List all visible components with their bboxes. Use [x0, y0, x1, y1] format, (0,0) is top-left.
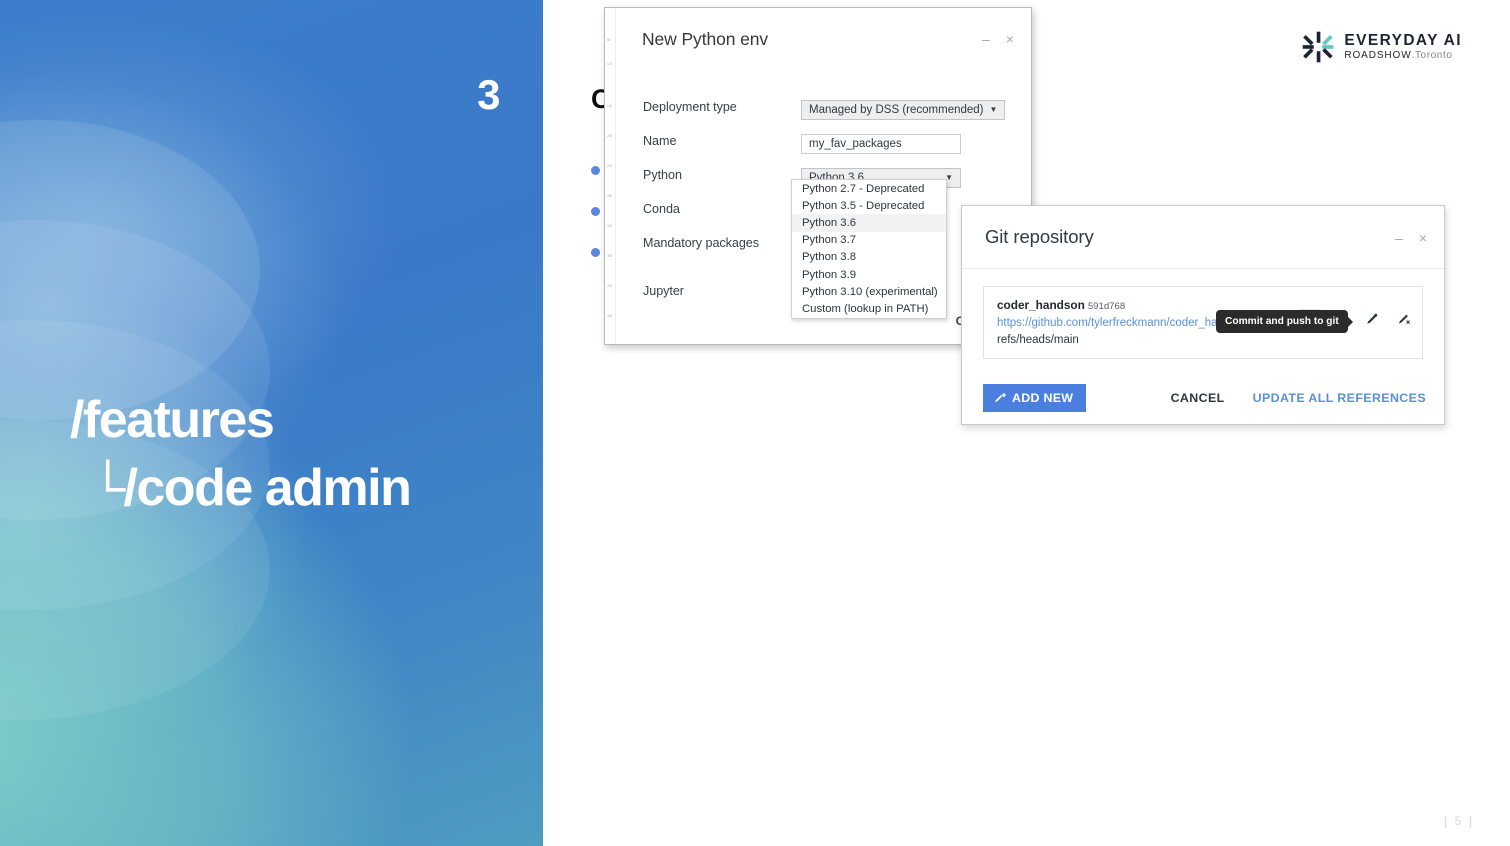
page-number: [ 5 ]	[1444, 814, 1474, 828]
update-all-references-button[interactable]: UPDATE ALL REFERENCES	[1253, 391, 1426, 405]
starburst-icon	[1301, 30, 1335, 64]
option-item[interactable]: Python 3.7	[792, 232, 946, 249]
field-label: Mandatory packages	[616, 236, 801, 250]
section-title-line2-text: /code admin	[123, 459, 410, 517]
minimize-icon[interactable]: –	[1395, 232, 1403, 244]
decorative-blob	[0, 120, 260, 420]
branch-plus-icon	[993, 392, 1006, 405]
bullet-dot-icon	[591, 207, 600, 216]
git-cancel-button[interactable]: CANCEL	[1171, 391, 1225, 405]
right-content-panel: EVERYDAY AI ROADSHOW.Toronto Code Admin …	[543, 0, 1510, 846]
add-new-button[interactable]: ADD NEW	[983, 384, 1086, 412]
python-version-option-list[interactable]: Python 2.7 - Deprecated Python 3.5 - Dep…	[791, 179, 947, 319]
brand-subtitle-city: .Toronto	[1412, 50, 1453, 61]
brand-subtitle-main: ROADSHOW	[1344, 50, 1411, 61]
brand-logo: EVERYDAY AI ROADSHOW.Toronto	[1301, 30, 1462, 64]
chevron-down-icon: ▼	[990, 101, 998, 119]
edit-icon[interactable]	[1361, 309, 1383, 329]
section-title-line2: └/code admin	[70, 462, 410, 514]
repository-ref: refs/heads/main	[997, 334, 1409, 346]
option-item[interactable]: Python 3.9	[792, 266, 946, 283]
option-item[interactable]: Custom (lookup in PATH)	[792, 300, 946, 317]
git-dialog-window-controls[interactable]: – ×	[1395, 232, 1427, 244]
git-dialog-footer: ADD NEW CANCEL UPDATE ALL REFERENCES	[962, 372, 1444, 424]
brand-title: EVERYDAY AI	[1344, 33, 1462, 49]
field-label: Python	[616, 168, 801, 182]
repository-name-text: coder_handson	[997, 298, 1085, 312]
brand-subtitle: ROADSHOW.Toronto	[1344, 51, 1462, 61]
slide: 3 /features └/code admin EVERYDAY AI R	[0, 0, 1510, 846]
git-repository-dialog: Git repository – × coder_handson591d768 …	[961, 205, 1445, 425]
left-title-panel: 3 /features └/code admin	[0, 0, 543, 846]
field-name: Name my_fav_packages	[616, 134, 1031, 154]
repository-card: coder_handson591d768 https://github.com/…	[983, 286, 1423, 359]
close-icon[interactable]: ×	[1006, 33, 1014, 45]
option-item[interactable]: Python 3.8	[792, 249, 946, 266]
field-label: Conda	[616, 202, 801, 216]
git-dialog-title: Git repository	[985, 226, 1094, 248]
bullet-dot-icon	[591, 166, 600, 175]
ruler-gutter: 80120160 200240280 320360400 440	[605, 8, 616, 344]
add-new-label: ADD NEW	[1012, 391, 1073, 405]
python-dialog-title: New Python env	[642, 29, 768, 50]
field-deployment-type: Deployment type Managed by DSS (recommen…	[616, 100, 1031, 120]
env-name-value: my_fav_packages	[809, 135, 902, 153]
brand-logo-text: EVERYDAY AI ROADSHOW.Toronto	[1344, 33, 1462, 61]
field-label: Jupyter	[616, 284, 801, 298]
deployment-type-dropdown[interactable]: Managed by DSS (recommended) ▼	[801, 100, 1005, 120]
slide-number: 3	[0, 74, 500, 116]
python-dialog-window-controls[interactable]: – ×	[982, 33, 1014, 45]
section-title: /features └/code admin	[70, 394, 410, 514]
option-item-selected[interactable]: Python 3.6	[792, 214, 946, 231]
deployment-type-value: Managed by DSS (recommended)	[809, 101, 984, 119]
bullet-dot-icon	[591, 248, 600, 257]
close-icon[interactable]: ×	[1419, 232, 1427, 244]
minimize-icon[interactable]: –	[982, 33, 990, 45]
option-item[interactable]: Python 2.7 - Deprecated	[792, 180, 946, 197]
option-item[interactable]: Python 3.10 (experimental)	[792, 283, 946, 300]
option-item[interactable]: Python 3.5 - Deprecated	[792, 197, 946, 214]
commit-push-tooltip: Commit and push to git	[1216, 310, 1348, 333]
field-label: Deployment type	[616, 100, 801, 114]
git-dialog-header: Git repository – ×	[962, 206, 1444, 269]
section-title-line1: /features	[70, 394, 410, 446]
repository-commit-hash: 591d768	[1088, 301, 1125, 312]
corner-glyph: └	[90, 460, 121, 516]
python-dialog-header: New Python env	[616, 8, 1031, 70]
unlink-icon[interactable]	[1392, 309, 1414, 329]
field-label: Name	[616, 134, 801, 148]
env-name-input[interactable]: my_fav_packages	[801, 134, 961, 154]
git-dialog-body: coder_handson591d768 https://github.com/…	[962, 269, 1444, 359]
